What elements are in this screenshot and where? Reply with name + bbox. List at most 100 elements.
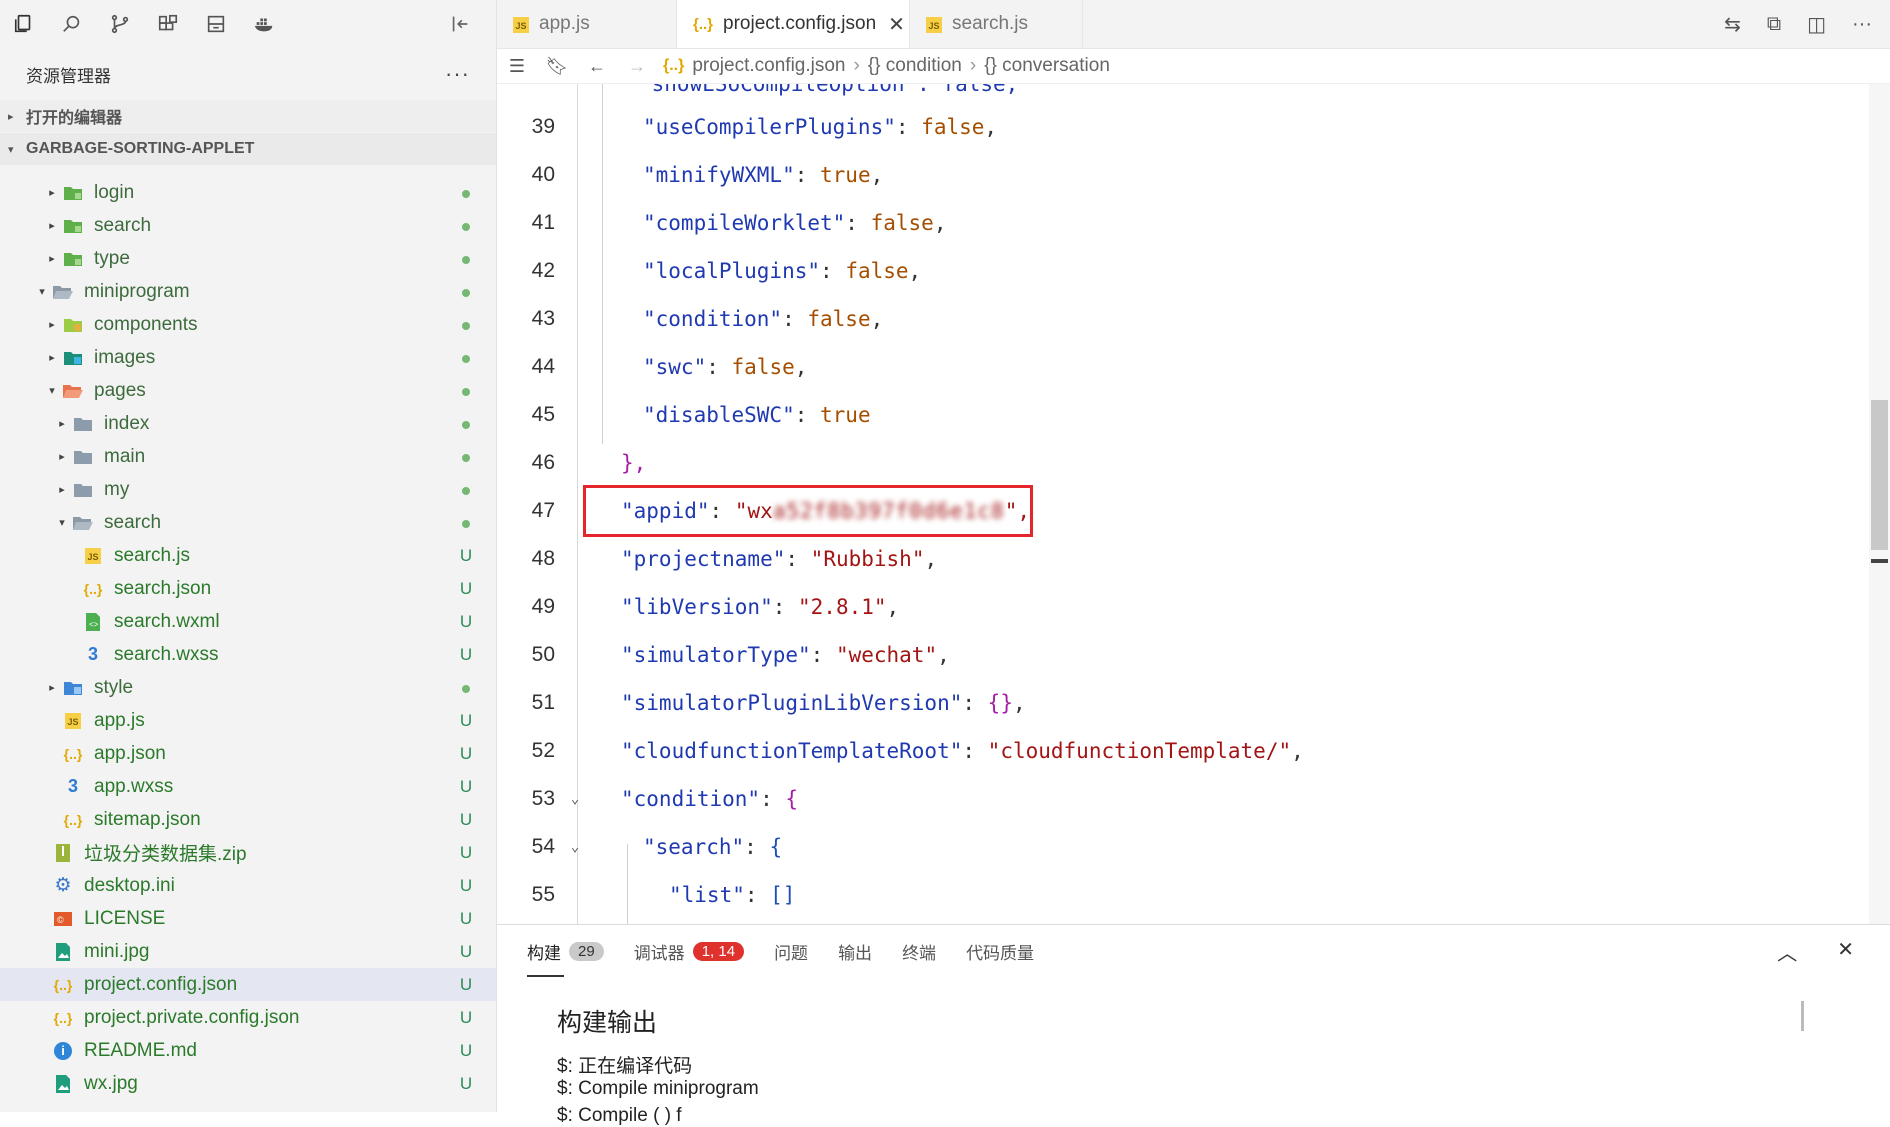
code-punct: : bbox=[794, 163, 821, 187]
tree-item[interactable]: ▸ search bbox=[0, 209, 496, 242]
code-key: "search" bbox=[643, 835, 745, 859]
forward-arrow-icon[interactable]: → bbox=[617, 56, 657, 77]
tree-item[interactable]: {..} project.config.json U bbox=[0, 968, 496, 1001]
line-number: 52 bbox=[531, 739, 555, 762]
tree-item[interactable]: {..} project.private.config.json U bbox=[0, 1001, 496, 1034]
chevron-right-icon[interactable]: ▸ bbox=[52, 483, 72, 496]
tree-item[interactable]: ▸ type bbox=[0, 242, 496, 275]
chevron-right-icon[interactable]: ▸ bbox=[42, 351, 62, 364]
untracked-status: U bbox=[459, 941, 473, 961]
chevron-right-icon[interactable]: ▸ bbox=[42, 186, 62, 199]
maximize-panel-icon[interactable]: ︿ bbox=[1777, 937, 1797, 966]
code-line: 53 ⌄ "condition": { bbox=[497, 775, 1869, 823]
extensions-icon[interactable] bbox=[144, 0, 192, 48]
chevron-right-icon[interactable]: ▸ bbox=[52, 417, 72, 430]
tree-item[interactable]: mini.jpg U bbox=[0, 935, 496, 968]
panel-tab[interactable]: 输出 bbox=[838, 925, 872, 977]
scroll-thumb[interactable] bbox=[1871, 400, 1888, 550]
tree-item-label: images bbox=[94, 346, 156, 368]
untracked-status: U bbox=[459, 578, 473, 598]
editor-scrollbar[interactable] bbox=[1869, 84, 1890, 924]
tree-item[interactable]: JS search.js U bbox=[0, 539, 496, 572]
chevron-right-icon: › bbox=[969, 55, 977, 76]
code-punct: , bbox=[794, 355, 808, 379]
line-number: 54 bbox=[531, 835, 555, 858]
code-text: "swc": false, bbox=[595, 355, 807, 379]
tree-item[interactable]: 3 search.wxss U bbox=[0, 638, 496, 671]
tree-item[interactable]: <> search.wxml U bbox=[0, 605, 496, 638]
code-punct: : bbox=[782, 307, 808, 331]
source-control-icon[interactable] bbox=[96, 0, 144, 48]
tree-item[interactable]: ▸ login bbox=[0, 176, 496, 209]
panel-tab[interactable]: 代码质量 bbox=[966, 925, 1034, 977]
chevron-down-icon[interactable]: ▾ bbox=[32, 285, 52, 298]
docker-icon[interactable] bbox=[240, 0, 288, 48]
open-preview-icon[interactable]: ⧉ bbox=[1767, 13, 1781, 36]
chevron-right-icon[interactable]: ▸ bbox=[42, 252, 62, 265]
split-editor-icon[interactable]: ◫ bbox=[1807, 12, 1826, 37]
open-editors-section[interactable]: ▸ 打开的编辑器 bbox=[0, 100, 496, 132]
list-icon[interactable]: ☰ bbox=[497, 56, 537, 77]
code-line: 51 "simulatorPluginLibVersion": {}, bbox=[497, 679, 1869, 727]
chevron-down-icon[interactable]: ▾ bbox=[52, 516, 72, 529]
back-arrow-icon[interactable]: ← bbox=[577, 56, 617, 77]
search-icon[interactable] bbox=[48, 0, 96, 48]
panel-tab[interactable]: 调试器 1, 14 bbox=[634, 925, 745, 977]
chevron-right-icon[interactable]: ▸ bbox=[42, 681, 62, 694]
chevron-right-icon[interactable]: ▸ bbox=[42, 318, 62, 331]
panel-tab[interactable]: 终端 bbox=[902, 925, 936, 977]
tree-item[interactable]: ▸ style bbox=[0, 671, 496, 704]
tree-item[interactable]: 3 app.wxss U bbox=[0, 770, 496, 803]
close-tab-icon[interactable]: ✕ bbox=[888, 12, 905, 37]
panel-tab[interactable]: 问题 bbox=[774, 925, 808, 977]
compare-changes-icon[interactable]: ⇆ bbox=[1724, 12, 1741, 37]
tree-item[interactable]: ▸ components bbox=[0, 308, 496, 341]
tree-item[interactable]: i README.md U bbox=[0, 1034, 496, 1067]
tree-item[interactable]: © LICENSE U bbox=[0, 902, 496, 935]
tree-item[interactable]: 垃圾分类数据集.zip U bbox=[0, 836, 496, 869]
fold-chevron-icon[interactable]: ⌄ bbox=[555, 839, 595, 855]
tree-item[interactable]: {..} search.json U bbox=[0, 572, 496, 605]
code-text: }, bbox=[595, 451, 646, 475]
tree-item[interactable]: wx.jpg U bbox=[0, 1067, 496, 1100]
tree-item[interactable]: ▸ main bbox=[0, 440, 496, 473]
chevron-down-icon[interactable]: ▾ bbox=[42, 384, 62, 397]
code-key: "list" bbox=[669, 883, 745, 907]
tree-item-label: sitemap.json bbox=[94, 808, 201, 830]
panel-tab[interactable]: 构建 29 bbox=[527, 925, 604, 977]
fold-chevron-icon[interactable]: ⌄ bbox=[555, 791, 595, 807]
collapse-sidebar-icon[interactable] bbox=[436, 0, 484, 48]
tree-item[interactable]: {..} app.json U bbox=[0, 737, 496, 770]
code-value: true bbox=[820, 403, 871, 427]
tree-item-label: app.json bbox=[94, 742, 166, 764]
breadcrumb-condition[interactable]: {} condition bbox=[868, 55, 962, 77]
bookmark-icon[interactable]: 🔖︎ bbox=[537, 56, 577, 77]
tree-item[interactable]: ▸ index bbox=[0, 407, 496, 440]
close-panel-icon[interactable]: ✕ bbox=[1837, 937, 1854, 966]
modified-dot-icon bbox=[436, 678, 496, 698]
js-file-icon: JS bbox=[82, 545, 104, 567]
chevron-right-icon[interactable]: ▸ bbox=[52, 450, 72, 463]
tree-item[interactable]: ▸ images bbox=[0, 341, 496, 374]
chevron-right-icon[interactable]: ▸ bbox=[42, 219, 62, 232]
editor-tab[interactable]: JS app.js bbox=[497, 0, 677, 48]
tree-item-label: search bbox=[104, 511, 162, 533]
editor-tab[interactable]: {..} project.config.json ✕ bbox=[677, 0, 910, 48]
more-icon[interactable]: ··· bbox=[1852, 13, 1872, 36]
breadcrumb-conversation[interactable]: {} conversation bbox=[984, 55, 1110, 77]
tree-item[interactable]: ▾ pages bbox=[0, 374, 496, 407]
project-section[interactable]: ▾ GARBAGE-SORTING-APPLET bbox=[0, 133, 496, 165]
tree-item[interactable]: ▾ search bbox=[0, 506, 496, 539]
more-actions-icon[interactable]: ··· bbox=[445, 61, 470, 87]
editor-tab[interactable]: JS search.js bbox=[910, 0, 1083, 48]
tree-item[interactable]: JS app.js U bbox=[0, 704, 496, 737]
panel-scrollbar[interactable] bbox=[1801, 1001, 1804, 1031]
files-icon[interactable] bbox=[0, 0, 48, 48]
breadcrumb-file[interactable]: project.config.json bbox=[692, 55, 845, 77]
tree-item[interactable]: ▾ miniprogram bbox=[0, 275, 496, 308]
tree-item[interactable]: {..} sitemap.json U bbox=[0, 803, 496, 836]
code-value: "Rubbish" bbox=[810, 547, 925, 571]
tree-item[interactable]: ▸ my bbox=[0, 473, 496, 506]
storage-icon[interactable] bbox=[192, 0, 240, 48]
tree-item[interactable]: ⚙ desktop.ini U bbox=[0, 869, 496, 902]
